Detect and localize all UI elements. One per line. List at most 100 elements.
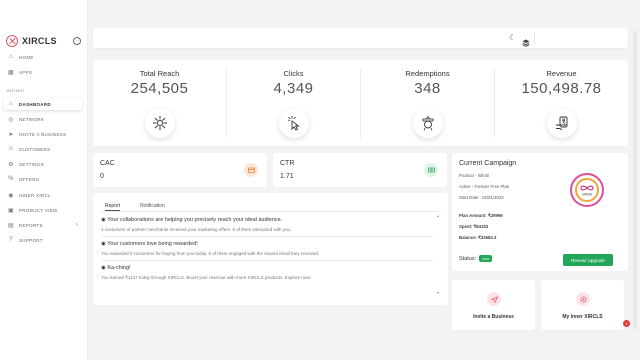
list-item: ◉ Your customers love being rewarded! Yo… [101,237,433,261]
sidebar-item-label: HOME [19,54,34,60]
stat-label: Clicks [283,69,304,78]
reach-icon [144,108,175,138]
list-item: ◉ Your collaborations are helping you pr… [101,213,433,237]
tab-divider [101,211,441,212]
gear-icon: ⚙ [8,161,14,168]
sidebar-item-dashboard[interactable]: ⌂ DASHBOARD [4,98,82,110]
sidebar-item-label: OFFERS [19,176,40,182]
ctr-label: CTR [280,160,295,167]
sidebar-item-customers[interactable]: ☺ CUSTOMERS [4,143,82,155]
report-panel: Report Notification ◉ Your collaboration… [93,193,448,305]
sidebar-item-reports[interactable]: ▤ REPORTS › [4,219,82,231]
ctr-value: 1.71 [280,173,294,180]
sidebar-item-label: NETWORK [19,116,45,122]
stat-redemptions: Redemptions 348 [361,68,495,138]
report-list[interactable]: ◉ Your collaborations are helping you pr… [101,213,433,295]
sidebar-item-offers[interactable]: % OFFERS [4,173,82,185]
sidebar-item-product-view[interactable]: ▣ PRODUCT VIEW [4,204,82,216]
sidebar-item-label: APPS [19,69,33,75]
sidebar-item-label: REPORTS [19,222,43,228]
message-title: Your customers love being rewarded! [107,241,198,247]
redemption-icon [412,108,443,138]
campaign-active: Active - Forever Free Plan [459,184,510,189]
stat-clicks: Clicks 4,349 [227,68,361,138]
chevron-right-icon: › [75,222,78,228]
revenue-icon [546,108,577,138]
layers-icon[interactable] [522,34,530,47]
brand[interactable]: XIRCLS [6,35,57,47]
sidebar-item-network[interactable]: ◎ NETWORK [4,113,82,125]
infiniti-logo-icon: Infiniti [570,173,604,207]
percent-icon: % [8,176,14,182]
sidebar-section-label: INFINITI [7,88,25,93]
list-item: ◉ Ka-ching! You earned ₹1147 today throu… [101,261,433,285]
sidebar-item-label: INVITE A BUSINESS [19,131,67,137]
sidebar-collapse-button[interactable]: ◦ [73,37,81,45]
sidebar-item-label: INNER XIRCL [19,192,51,198]
message-body: You rewarded 0 customers for buying from… [101,251,320,256]
action-label: My Inner XIRCLS [562,314,603,320]
report-scrollbar[interactable]: ▴ ▾ [437,213,440,295]
send-icon: ➤ [8,131,14,138]
scroll-down-icon[interactable]: ▾ [437,290,439,295]
tab-report[interactable]: Report [105,203,121,211]
infiniti-logo-text: Infiniti [582,193,592,197]
dashboard-icon: ⌂ [9,101,13,107]
invite-icon [487,292,501,306]
circle-user-icon: ◉ [8,192,14,199]
my-inner-xircls-card[interactable]: My Inner XIRCLS [541,280,624,330]
stat-value: 4,349 [273,80,314,97]
dark-mode-icon[interactable]: ☾ [509,34,517,42]
stat-label: Redemptions [405,69,450,78]
notification-badge[interactable]: 1 [623,320,630,327]
stat-revenue: Revenue 150,498.78 [495,68,628,138]
sidebar-item-label: CUSTOMERS [19,146,51,152]
cac-label: CAC [100,160,115,167]
stats-panel: Total Reach 254,505 Clicks 4,349 Redempt… [93,60,628,146]
click-icon [278,108,309,138]
cash-icon [424,163,438,177]
message-title: Ka-ching! [107,265,131,271]
sidebar-item-home[interactable]: ⌂ HOME [4,51,82,63]
cac-card: CAC 0 [93,153,267,187]
sidebar-item-invite-a-business[interactable]: ➤ INVITE A BUSINESS [4,128,82,140]
campaign-title: Current Campaign [459,160,517,167]
stat-value: 348 [414,80,441,97]
sidebar-item-support[interactable]: ? SUPPORT [4,234,82,246]
message-body: You earned ₹1147 today through XIRCLS. B… [101,275,311,280]
campaign-spent: Spent: ₹84253 [459,224,489,229]
document-icon: ▤ [8,222,14,229]
sidebar: XIRCLS ◦ ⌂ HOME ▦ APPS INFINITI ⌂ DASHBO… [0,0,88,360]
campaign-product: Product - Infiniti [459,173,489,178]
topbar: ☾ [93,28,628,48]
stat-value: 254,505 [130,80,189,97]
message-body: 1 customers of partner merchants receive… [101,227,292,232]
campaign-plan-amount: Plan Amount: ₹29999 [459,213,503,218]
xircls-logo-icon [6,35,18,47]
stat-label: Revenue [546,69,577,78]
stat-total-reach: Total Reach 254,505 [93,68,227,138]
stat-value: 150,498.78 [521,80,602,97]
tab-notification[interactable]: Notification [140,203,165,209]
invite-a-business-card[interactable]: Invite a Business [452,280,535,330]
sidebar-item-settings[interactable]: ⚙ SETTINGS [4,158,82,170]
inner-circle-icon [576,292,590,306]
cac-value: 0 [100,173,104,180]
sidebar-item-label: SUPPORT [19,237,43,243]
users-icon: ☺ [7,146,15,152]
scroll-up-icon[interactable]: ▴ [437,213,439,218]
campaign-start-date: Start Date - 02/01/2023 [459,195,504,200]
sidebar-item-label: SETTINGS [19,161,44,167]
sidebar-item-label: DASHBOARD [19,101,51,107]
current-campaign-card: Current Campaign Product - Infiniti Acti… [452,153,628,271]
page-scrollbar[interactable] [633,30,637,330]
box-icon: ▣ [8,207,14,214]
renew-upgrade-button[interactable]: Renew/ Upgrade [563,254,613,266]
campaign-balance: Balance: ₹33584.3 [459,235,497,240]
sidebar-item-inner-xircl[interactable]: ◉ INNER XIRCL [4,189,82,201]
help-icon: ? [9,237,13,243]
home-icon: ⌂ [9,54,13,60]
status-badge: Live [479,255,493,262]
apps-icon: ▦ [8,69,14,76]
sidebar-item-apps[interactable]: ▦ APPS [4,66,82,78]
